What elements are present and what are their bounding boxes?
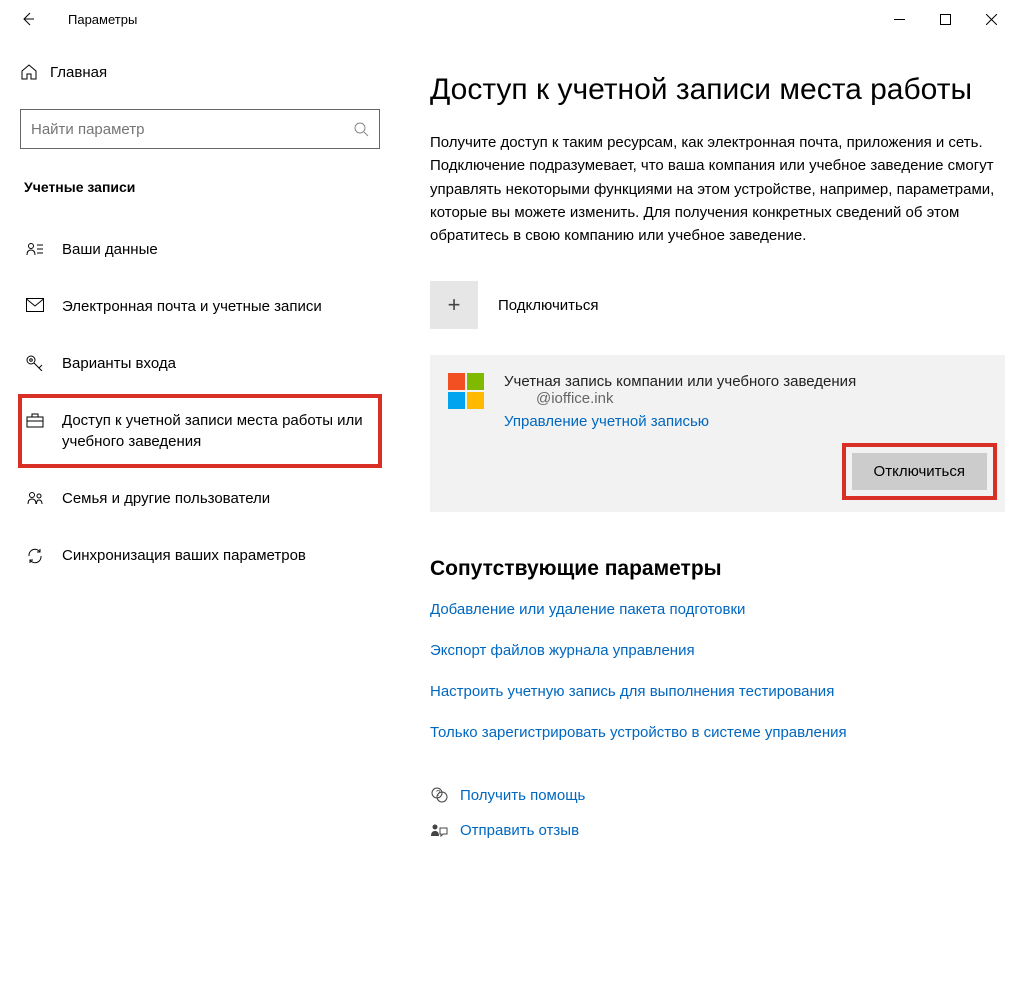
nav-item-family[interactable]: Семья и другие пользователи	[20, 474, 380, 523]
mail-icon	[26, 298, 44, 312]
nav-item-your-info[interactable]: Ваши данные	[20, 225, 380, 274]
nav-label: Семья и другие пользователи	[62, 488, 270, 509]
connect-label: Подключиться	[498, 297, 598, 314]
search-box[interactable]	[20, 109, 380, 149]
search-input[interactable]	[31, 121, 353, 138]
page-heading: Доступ к учетной записи места работы	[430, 73, 1014, 107]
related-link-test-account[interactable]: Настроить учетную запись для выполнения …	[430, 683, 1014, 700]
get-help-link[interactable]: ? Получить помощь	[430, 786, 1014, 804]
window-title: Параметры	[48, 12, 137, 27]
nav-item-signin[interactable]: Варианты входа	[20, 339, 380, 388]
back-button[interactable]	[8, 0, 48, 38]
related-link-provisioning[interactable]: Добавление или удаление пакета подготовк…	[430, 601, 1014, 618]
home-link[interactable]: Главная	[20, 53, 380, 91]
nav-item-work-access[interactable]: Доступ к учетной записи места работы или…	[20, 396, 380, 466]
feedback-icon	[430, 823, 448, 839]
connect-button[interactable]: + Подключиться	[430, 281, 1014, 329]
key-icon	[26, 355, 44, 371]
titlebar: Параметры	[0, 0, 1014, 38]
minimize-icon	[894, 14, 905, 25]
feedback-link[interactable]: Отправить отзыв	[430, 822, 1014, 839]
search-icon	[353, 121, 369, 137]
window-controls	[876, 3, 1014, 35]
nav-label: Электронная почта и учетные записи	[62, 296, 322, 317]
briefcase-icon	[26, 412, 44, 428]
nav-label: Ваши данные	[62, 239, 158, 260]
person-card-icon	[26, 241, 44, 257]
nav-item-sync[interactable]: Синхронизация ваших параметров	[20, 531, 380, 580]
get-help-label: Получить помощь	[460, 787, 585, 804]
sync-icon	[26, 547, 44, 565]
maximize-button[interactable]	[922, 3, 968, 35]
people-icon	[26, 490, 44, 506]
nav-label: Синхронизация ваших параметров	[62, 545, 306, 566]
nav-item-email[interactable]: Электронная почта и учетные записи	[20, 282, 380, 331]
account-title: Учетная запись компании или учебного зав…	[504, 373, 987, 390]
related-link-register-device[interactable]: Только зарегистрировать устройство в сис…	[430, 724, 1014, 741]
page-description: Получите доступ к таким ресурсам, как эл…	[430, 131, 1000, 247]
close-icon	[986, 14, 997, 25]
arrow-left-icon	[20, 11, 36, 27]
nav-label: Доступ к учетной записи места работы или…	[62, 410, 374, 452]
microsoft-logo-icon	[448, 373, 484, 409]
svg-text:?: ?	[436, 789, 441, 798]
home-label: Главная	[50, 64, 107, 81]
home-icon	[20, 63, 38, 81]
plus-icon: +	[430, 281, 478, 329]
manage-account-link[interactable]: Управление учетной записью	[504, 413, 709, 430]
category-title: Учетные записи	[20, 179, 380, 195]
sidebar: Главная Учетные записи Ваши данные Элект…	[0, 38, 400, 984]
related-link-export-logs[interactable]: Экспорт файлов журнала управления	[430, 642, 1014, 659]
minimize-button[interactable]	[876, 3, 922, 35]
close-button[interactable]	[968, 3, 1014, 35]
main-content: Доступ к учетной записи места работы Пол…	[400, 38, 1014, 984]
account-email: @ioffice.ink	[504, 390, 987, 407]
feedback-label: Отправить отзыв	[460, 822, 579, 839]
disconnect-button[interactable]: Отключиться	[852, 453, 987, 490]
help-icon: ?	[430, 786, 448, 804]
account-card[interactable]: Учетная запись компании или учебного зав…	[430, 355, 1005, 512]
maximize-icon	[940, 14, 951, 25]
nav-label: Варианты входа	[62, 353, 176, 374]
related-heading: Сопутствующие параметры	[430, 557, 1014, 581]
